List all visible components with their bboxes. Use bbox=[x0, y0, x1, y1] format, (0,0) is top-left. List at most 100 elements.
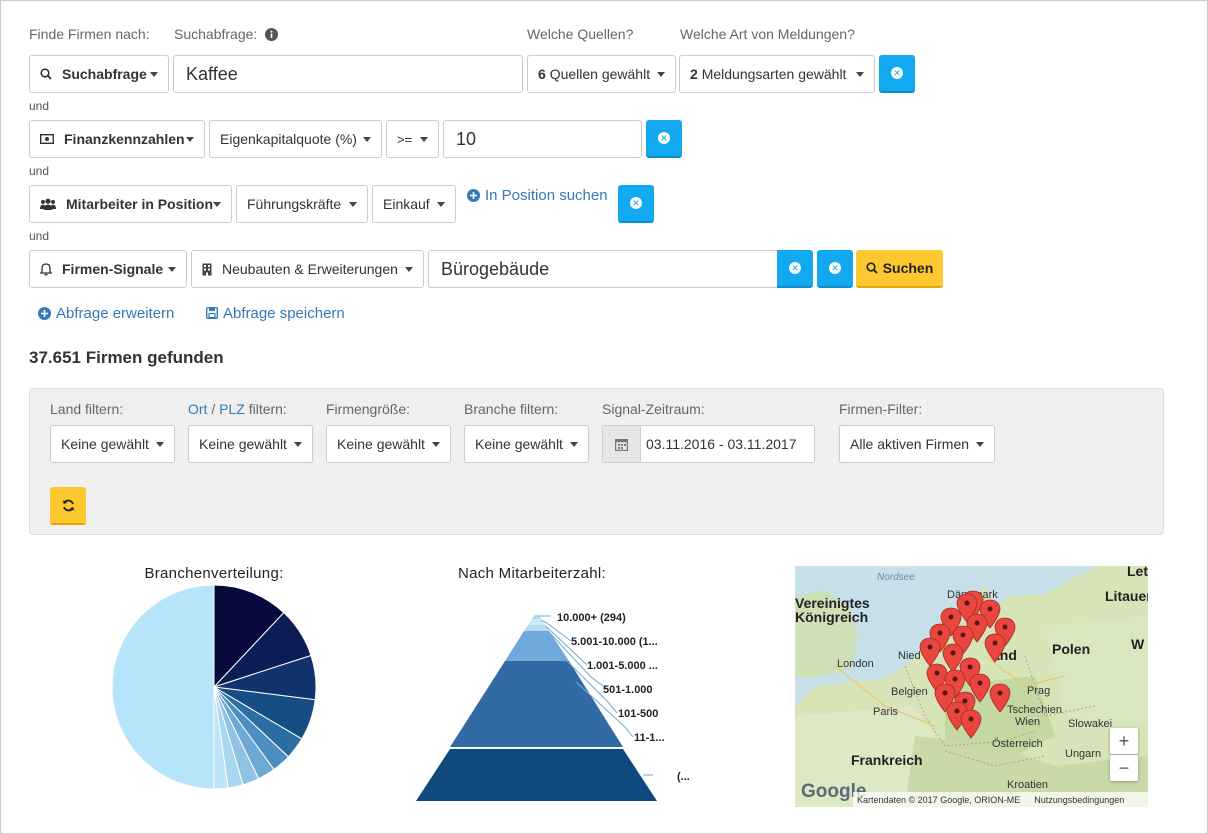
department-dropdown[interactable]: Einkauf bbox=[372, 185, 456, 223]
info-icon[interactable] bbox=[265, 27, 279, 41]
pyramid-segment bbox=[505, 631, 569, 661]
sources-count: 6 bbox=[538, 66, 546, 82]
pyramid-label: 1.001-5.000 ... bbox=[587, 660, 658, 672]
query-label-wrap: Suchabfrage: bbox=[174, 26, 279, 42]
and-connector: und bbox=[29, 99, 50, 113]
map-pin-icon[interactable] bbox=[989, 683, 1011, 713]
types-count: 2 bbox=[690, 66, 698, 82]
types-text: Meldungsarten gewählt bbox=[701, 66, 847, 82]
operator-dropdown[interactable]: >= bbox=[386, 120, 439, 158]
signal-label: Neubauten & Erweiterungen bbox=[222, 261, 398, 277]
and-connector: und bbox=[29, 229, 50, 243]
and-connector: und bbox=[29, 164, 50, 178]
pie-chart-title: Branchenverteilung: bbox=[144, 565, 284, 582]
refresh-button[interactable] bbox=[50, 487, 86, 525]
map-pin-icon[interactable] bbox=[919, 637, 941, 667]
query-input[interactable]: Kaffee bbox=[173, 55, 523, 93]
zoom-in-button[interactable]: + bbox=[1110, 728, 1138, 754]
save-query-link[interactable]: Abfrage speichern bbox=[206, 304, 345, 322]
map-pin-icon[interactable] bbox=[960, 709, 982, 739]
pyramid-label: 10.000+ (294) bbox=[557, 612, 626, 624]
remove-row-button-1[interactable]: ✕ bbox=[879, 55, 915, 93]
remove-row-button-2[interactable]: ✕ bbox=[646, 120, 682, 158]
close-icon: ✕ bbox=[891, 67, 903, 79]
plus-circle-icon bbox=[467, 188, 480, 202]
level-dropdown[interactable]: Führungskräfte bbox=[236, 185, 368, 223]
city-filter-dropdown[interactable]: Keine gewählt bbox=[188, 425, 313, 463]
chevron-down-icon bbox=[156, 441, 164, 447]
map-terms-link[interactable]: Nutzungsbedingungen bbox=[1034, 795, 1124, 805]
sources-dropdown[interactable]: 6 Quellen gewählt bbox=[527, 55, 676, 93]
map-pin-icon[interactable] bbox=[984, 633, 1006, 663]
pyramid-segment bbox=[416, 749, 657, 801]
remove-row-button-3[interactable]: ✕ bbox=[618, 185, 654, 223]
map-label-nordsee: Nordsee bbox=[877, 572, 915, 583]
criteria-type-dropdown-4[interactable]: Firmen-Signale bbox=[29, 250, 187, 288]
map-label-polen: Polen bbox=[1052, 641, 1091, 657]
add-position-link[interactable]: In Position suchen bbox=[467, 186, 608, 204]
results-count: 37.651 Firmen gefunden bbox=[29, 348, 224, 367]
signal-dropdown[interactable]: Neubauten & Erweiterungen bbox=[191, 250, 424, 288]
search-icon bbox=[866, 262, 878, 274]
period-filter-label: Signal-Zeitraum: bbox=[602, 401, 705, 417]
chevron-down-icon bbox=[294, 441, 302, 447]
extend-query-label: Abfrage erweitern bbox=[56, 304, 175, 322]
types-dropdown[interactable]: 2 Meldungsarten gewählt bbox=[679, 55, 875, 93]
size-filter-dropdown[interactable]: Keine gewählt bbox=[326, 425, 451, 463]
map-label-paris: Paris bbox=[873, 706, 899, 718]
company-filter-dropdown[interactable]: Alle aktiven Firmen bbox=[839, 425, 995, 463]
calendar-icon[interactable] bbox=[603, 426, 641, 462]
city-filter-label: Ort / PLZ filtern: bbox=[188, 401, 287, 417]
extend-query-link[interactable]: Abfrage erweitern bbox=[38, 304, 174, 322]
pyramid-chart-title: Nach Mitarbeiterzahl: bbox=[457, 565, 607, 582]
chevron-down-icon bbox=[168, 266, 176, 272]
ort-link[interactable]: Ort bbox=[188, 401, 207, 417]
company-map[interactable]: Nordsee Vereinigtes Königreich London Dä… bbox=[795, 566, 1148, 807]
city-sep: / bbox=[207, 401, 220, 417]
zoom-out-button[interactable]: − bbox=[1110, 755, 1138, 781]
plz-link[interactable]: PLZ bbox=[219, 401, 245, 417]
map-label-w: W bbox=[1131, 636, 1145, 652]
period-input-group[interactable]: 03.11.2016 - 03.11.2017 bbox=[602, 425, 815, 463]
map-label-frankreich: Frankreich bbox=[851, 752, 923, 768]
criteria-type-label: Mitarbeiter in Position bbox=[66, 196, 214, 212]
pyramid-segment bbox=[450, 661, 623, 747]
criteria-type-label: Suchabfrage bbox=[62, 66, 147, 82]
chevron-down-icon bbox=[213, 201, 222, 207]
bell-icon bbox=[40, 262, 52, 276]
map-pins bbox=[919, 590, 1016, 739]
map-label-london: London bbox=[837, 658, 874, 670]
remove-row-button-4[interactable]: ✕ bbox=[817, 250, 853, 288]
country-filter-value: Keine gewählt bbox=[61, 436, 149, 452]
pyramid-label: 5.001-10.000 (1... bbox=[571, 636, 658, 648]
country-filter-dropdown[interactable]: Keine gewählt bbox=[50, 425, 175, 463]
country-filter-label: Land filtern: bbox=[50, 401, 124, 417]
chevron-down-icon bbox=[570, 441, 578, 447]
criteria-type-dropdown-2[interactable]: Finanzkennzahlen bbox=[29, 120, 205, 158]
clear-input-button[interactable]: ✕ bbox=[777, 250, 813, 288]
chevron-down-icon bbox=[657, 71, 665, 77]
map-label-lett: Lett bbox=[1127, 566, 1148, 579]
employee-pyramid-chart: 10.000+ (294) 5.001-10.000 (1... 1.001-5… bbox=[416, 612, 690, 801]
query-label: Suchabfrage: bbox=[174, 26, 258, 42]
metric-dropdown[interactable]: Eigenkapitalquote (%) bbox=[209, 120, 382, 158]
branch-filter-label: Branche filtern: bbox=[464, 401, 559, 417]
types-label: Welche Art von Meldungen? bbox=[680, 26, 855, 42]
size-filter-value: Keine gewählt bbox=[337, 436, 425, 452]
signal-value-input[interactable]: Bürogebäude bbox=[428, 250, 778, 288]
branch-filter-dropdown[interactable]: Keine gewählt bbox=[464, 425, 589, 463]
map-credit: Kartendaten © 2017 Google, ORION-ME bbox=[857, 794, 1021, 805]
pie-slice[interactable] bbox=[111, 584, 215, 790]
building-icon bbox=[202, 263, 212, 276]
period-value[interactable]: 03.11.2016 - 03.11.2017 bbox=[641, 426, 797, 462]
search-button[interactable]: Suchen bbox=[856, 250, 943, 288]
close-icon: ✕ bbox=[658, 132, 670, 144]
criteria-type-dropdown-3[interactable]: Mitarbeiter in Position bbox=[29, 185, 232, 223]
chevron-down-icon bbox=[432, 441, 440, 447]
filter-panel: Land filtern: Ort / PLZ filtern: Firmeng… bbox=[29, 388, 1164, 535]
criteria-type-dropdown-1[interactable]: Suchabfrage bbox=[29, 55, 169, 93]
metric-value-input[interactable]: 10 bbox=[443, 120, 642, 158]
users-icon bbox=[40, 198, 56, 210]
level-label: Führungskräfte bbox=[247, 196, 342, 212]
branch-filter-value: Keine gewählt bbox=[475, 436, 563, 452]
